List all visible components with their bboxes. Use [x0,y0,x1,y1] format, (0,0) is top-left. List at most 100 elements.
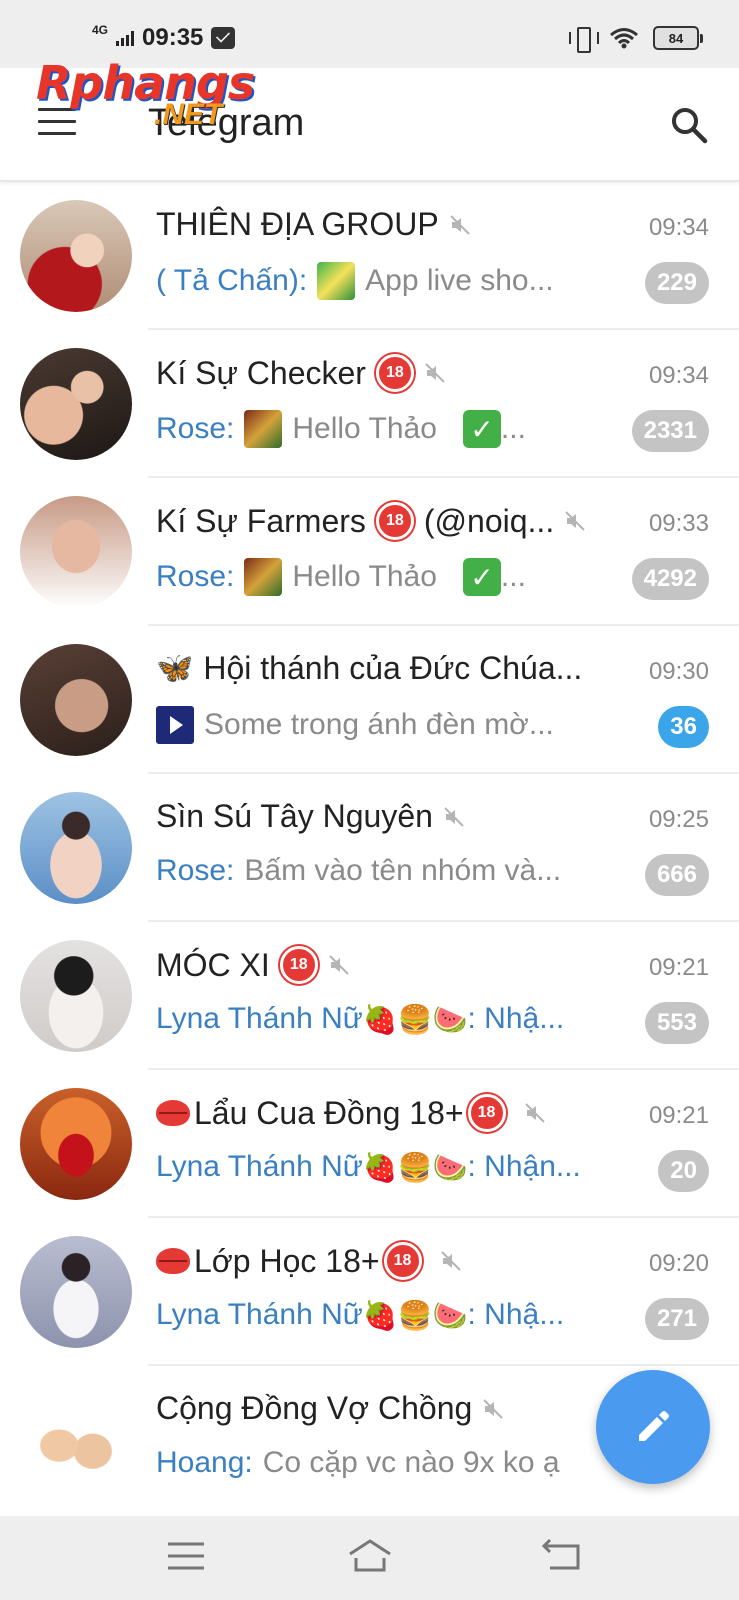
chat-row[interactable]: Kí Sự Checker 18 09:34 Rose: Hello Thảo … [0,330,739,478]
chat-preview: Hoang: Co cặp vc nào 9x ko ạ [156,1446,560,1480]
chat-message-trail: ... [500,560,526,593]
avatar [20,348,132,460]
lips-icon [156,1248,190,1274]
mute-icon [565,511,585,531]
chat-message: : Nhậ... [467,1002,565,1035]
navigation-bar [0,1516,739,1600]
mute-icon [524,1103,545,1123]
chat-time: 09:34 [648,214,709,241]
avatar [20,496,132,608]
chat-title-suffix: (@noiq... [423,502,555,539]
unread-badge: 2331 [631,410,709,452]
chat-row[interactable]: Sìn Sú Tây Nguyên 09:25 Rose: Bấm vào tê… [0,774,739,922]
recent-apps-icon[interactable] [164,1536,208,1576]
chat-sender: ( Tả Chấn): [156,264,308,297]
avatar [20,940,132,1052]
chat-sender: Rose: [156,560,235,593]
chat-row[interactable]: Lẩu Cua Đồng 18+ 18 09:21 Lyna Thánh Nữ … [0,1070,739,1218]
chat-time: 09:21 [648,954,709,981]
pencil-icon [639,1411,669,1441]
chat-message: Bấm vào tên nhóm và... [244,854,562,887]
chat-sender: Lyna Thánh Nữ [156,1298,363,1331]
mute-icon [444,806,464,827]
check-mark-icon: ✓ [462,410,501,448]
chat-title-text: Lẩu Cua Đồng 18+ [194,1094,464,1131]
home-icon[interactable] [346,1536,394,1576]
chat-preview: Rose: Bấm vào tên nhóm và... [156,854,561,888]
chat-title: Cộng Đồng Vợ Chồng [156,1390,504,1427]
chat-time: 09:34 [648,362,709,389]
chat-row[interactable]: MÓC XI 18 09:21 Lyna Thánh Nữ 🍓🍔🍉 : Nhậ.… [0,922,739,1070]
chat-title-text: Kí Sự Checker [156,354,366,391]
chat-message: App live sho... [365,264,554,297]
lips-icon [156,1100,190,1126]
chat-sender: Lyna Thánh Nữ [156,1002,363,1035]
chat-list: THIÊN ĐỊA GROUP 09:34 ( Tả Chấn): App li… [0,182,739,1516]
adult-18-icon: 18 [375,354,414,392]
chat-title-text: Cộng Đồng Vợ Chồng [156,1390,473,1426]
chat-preview: Lyna Thánh Nữ 🍓🍔🍉 : Nhậ... [156,1002,564,1036]
media-thumbnail [244,558,283,596]
chat-row[interactable]: THIÊN ĐỊA GROUP 09:34 ( Tả Chấn): App li… [0,182,739,330]
chat-message: Hello Thảo [292,412,437,445]
network-type: 4G [92,23,109,37]
mute-icon [440,1251,461,1271]
chat-time: 09:20 [648,1250,709,1277]
chat-sender: Rose: [156,854,235,887]
emoji-group: 🍓🍔🍉 [362,1299,468,1331]
chat-title-text: MÓC XI [156,946,270,983]
vibrate-icon [569,27,599,53]
chat-message: Hello Thảo [292,560,437,593]
chat-sender: Lyna Thánh Nữ [156,1150,363,1183]
mute-icon [483,1398,504,1419]
chat-sender: Rose: [156,412,235,445]
unread-badge: 271 [644,1298,709,1340]
status-time: 09:35 [142,24,204,51]
chat-message: : Nhậ... [467,1298,565,1331]
chat-row[interactable]: Kí Sự Farmers 18 (@noiq... 09:33 Rose: H… [0,478,739,626]
video-thumbnail-icon [156,706,194,744]
chat-title-text: Kí Sự Farmers [156,502,366,539]
unread-badge: 666 [644,854,709,896]
mute-icon [425,363,445,383]
watermark-sub: .NET [154,98,223,131]
adult-18-icon: 18 [375,502,414,540]
chat-preview: Rose: Hello Thảo ✓ ... [156,558,526,596]
menu-icon[interactable] [38,108,76,138]
butterfly-icon: 🦋 [156,652,194,685]
compose-button[interactable] [596,1370,710,1484]
wifi-icon [610,28,638,49]
battery-icon: 84 [653,26,703,50]
chat-title-text: THIÊN ĐỊA GROUP [156,206,439,242]
chat-message: : Nhận... [467,1150,581,1183]
chat-row[interactable]: 🦋 Hội thánh của Đức Chúa... 09:30 Some t… [0,626,739,774]
chat-preview: Some trong ánh đèn mờ... [156,706,554,744]
status-left: 4G 09:35 [92,23,236,52]
signal-icon [116,30,135,46]
chat-title: Kí Sự Farmers 18 (@noiq... [156,502,586,540]
avatar [20,1384,132,1496]
unread-badge: 20 [658,1150,709,1192]
status-right: 84 [569,26,703,53]
unread-badge: 553 [644,1002,709,1044]
avatar [20,1236,132,1348]
avatar [20,644,132,756]
avatar [20,792,132,904]
search-icon[interactable] [670,106,708,144]
chat-sender: Hoang: [156,1446,253,1479]
chat-row[interactable]: Lớp Học 18+ 18 09:20 Lyna Thánh Nữ 🍓🍔🍉 :… [0,1218,739,1366]
chat-title: 🦋 Hội thánh của Đức Chúa... [156,650,582,687]
chat-time: 09:25 [648,806,709,833]
chat-time: 09:21 [648,1102,709,1129]
check-mark-icon: ✓ [462,558,501,596]
chat-title: Sìn Sú Tây Nguyên [156,798,465,835]
adult-18-icon: 18 [279,946,318,984]
chat-title: THIÊN ĐỊA GROUP [156,206,471,243]
back-icon[interactable] [540,1536,584,1576]
chat-preview: Lyna Thánh Nữ 🍓🍔🍉 : Nhận... [156,1150,581,1184]
unread-badge: 229 [644,262,709,304]
mail-notification-icon [211,27,236,49]
chat-title-text: Hội thánh của Đức Chúa... [203,650,583,686]
watermark-logo: Rphangs .NET [36,56,255,131]
emoji-group: 🍓🍔🍉 [362,1003,468,1035]
